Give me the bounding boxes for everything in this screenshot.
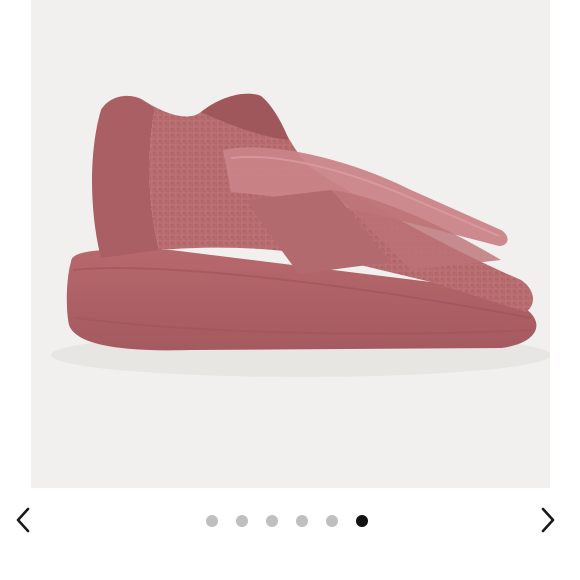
- pagination-dot[interactable]: [206, 515, 218, 527]
- pagination-dot[interactable]: [236, 515, 248, 527]
- image-viewer: [0, 0, 580, 580]
- previous-image-button[interactable]: [8, 503, 38, 537]
- product-image[interactable]: [31, 0, 550, 488]
- next-image-button[interactable]: [533, 503, 563, 537]
- pagination-dot-active[interactable]: [356, 515, 368, 527]
- pagination-dot[interactable]: [326, 515, 338, 527]
- chevron-right-icon: [538, 505, 558, 535]
- shoe-photo: [31, 0, 550, 488]
- pagination-dots: [206, 514, 368, 528]
- pagination-dot[interactable]: [296, 515, 308, 527]
- pagination-dot[interactable]: [266, 515, 278, 527]
- chevron-left-icon: [13, 505, 33, 535]
